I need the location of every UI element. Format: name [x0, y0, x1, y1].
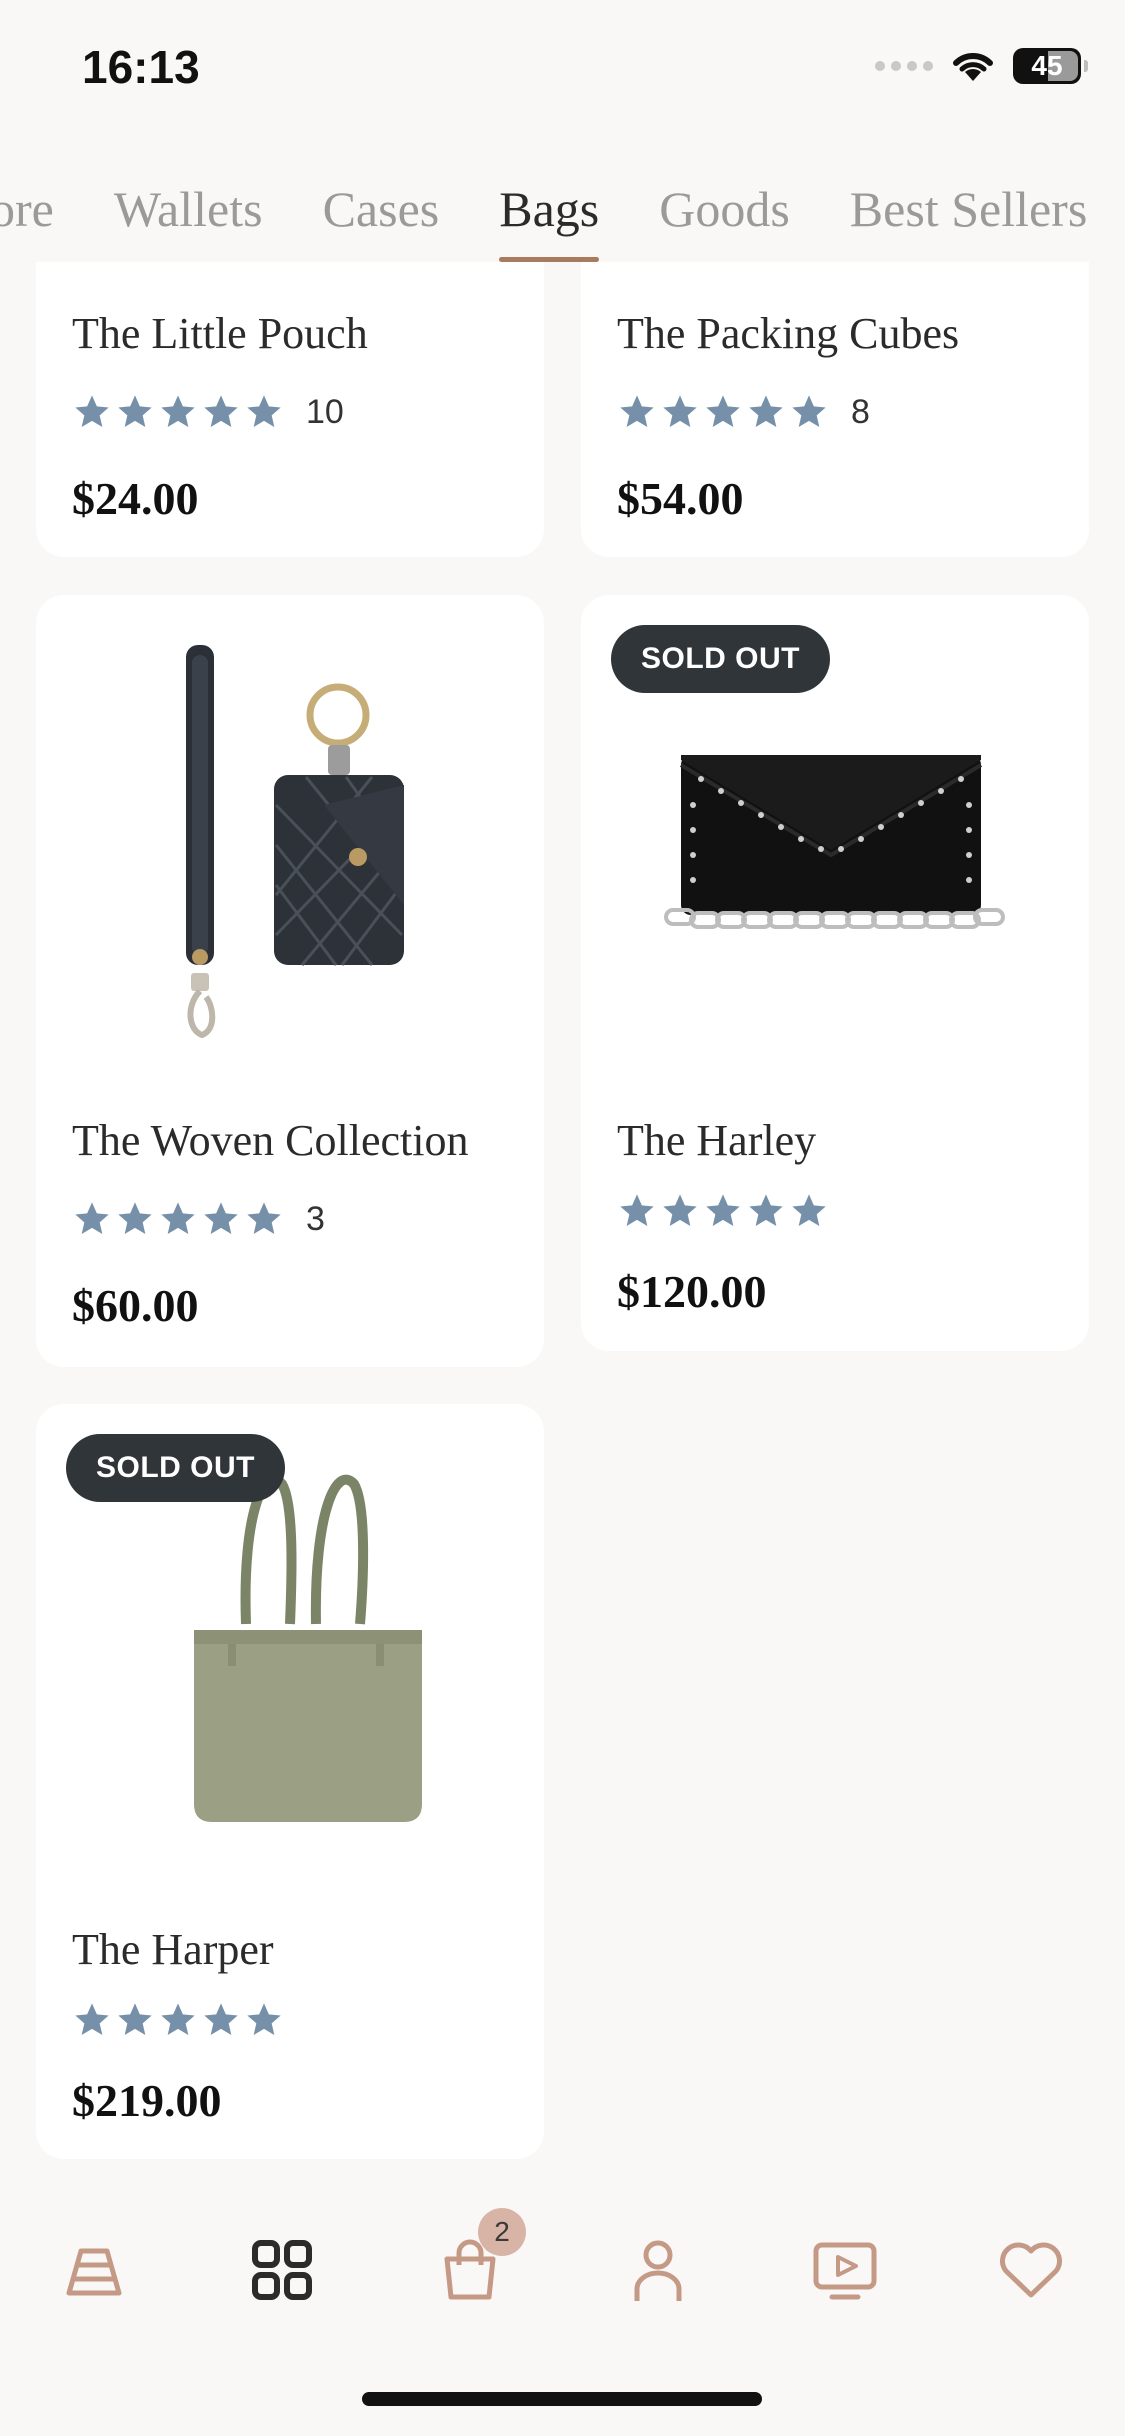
star-icon [161, 1202, 195, 1234]
star-icon [161, 2003, 195, 2035]
product-name: The Packing Cubes [617, 309, 960, 358]
star-rating [617, 1191, 829, 1231]
product-price: $60.00 [72, 1280, 199, 1331]
star-icon [663, 1194, 697, 1226]
star-icon [706, 395, 740, 427]
status-time: 16:13 [82, 41, 200, 93]
star-icon [749, 395, 783, 427]
product-card-little-pouch[interactable]: The Little Pouch 10 $24.00 [36, 262, 544, 557]
product-name: The Harper [72, 1925, 274, 1974]
product-rating: 8 [617, 392, 870, 432]
tab-bags[interactable]: Bags [469, 180, 629, 262]
home-indicator[interactable] [362, 2392, 762, 2406]
bottom-navigation: 2 [0, 2208, 1125, 2340]
star-icon [75, 2003, 109, 2035]
account-icon [634, 2240, 682, 2301]
tab-best-sellers[interactable]: Best Sellers [820, 180, 1117, 262]
category-tabs: ore Wallets Cases Bags Goods Best Seller… [0, 180, 1117, 262]
product-price: $120.00 [617, 1266, 767, 1317]
battery-level: 45 [1031, 50, 1063, 81]
battery-icon: 45 [1013, 48, 1088, 84]
product-name: The Little Pouch [72, 309, 368, 358]
star-icon [247, 1202, 281, 1234]
product-rating: 10 [72, 392, 344, 432]
star-icon [620, 1194, 654, 1226]
status-indicators: 45 [875, 48, 1088, 84]
cart-count-badge: 2 [478, 2208, 526, 2256]
star-icon [706, 1194, 740, 1226]
nav-wishlist[interactable] [991, 2230, 1071, 2310]
product-card-harper[interactable]: SOLD OUT The Harper $219.00 [36, 1404, 544, 2159]
product-card-harley[interactable]: SOLD OUT The Harley $120.00 [581, 595, 1089, 1351]
review-count: 10 [306, 392, 344, 431]
product-name: The Woven Collection [72, 1116, 469, 1165]
star-icon [247, 2003, 281, 2035]
review-count: 8 [851, 392, 870, 431]
tab-wallets[interactable]: Wallets [84, 180, 293, 262]
star-icon [792, 395, 826, 427]
star-icon [161, 395, 195, 427]
wishlist-icon [1000, 2242, 1062, 2298]
product-rating [617, 1191, 829, 1231]
star-icon [75, 395, 109, 427]
star-icon [118, 2003, 152, 2035]
product-rating [72, 2000, 284, 2040]
product-card-packing-cubes[interactable]: The Packing Cubes 8 $54.00 [581, 262, 1089, 557]
product-image [186, 645, 404, 1039]
product-image [664, 755, 1005, 929]
wifi-icon [953, 52, 993, 81]
product-price: $219.00 [72, 2075, 222, 2126]
home-icon [66, 2248, 122, 2296]
status-bar: 16:13 45 [0, 0, 1125, 140]
product-price: $24.00 [72, 473, 199, 524]
star-icon [792, 1194, 826, 1226]
tab-more[interactable]: ore [0, 180, 84, 262]
nav-video[interactable] [805, 2230, 885, 2310]
star-icon [749, 1194, 783, 1226]
categories-icon [252, 2240, 312, 2300]
star-rating [72, 1199, 284, 1239]
nav-cart[interactable]: 2 [430, 2208, 526, 2310]
star-icon [247, 395, 281, 427]
star-rating [72, 392, 284, 432]
nav-categories[interactable] [242, 2230, 322, 2310]
video-icon [813, 2242, 877, 2300]
sold-out-badge: SOLD OUT [66, 1434, 285, 1502]
star-icon [204, 395, 238, 427]
nav-account[interactable] [618, 2230, 698, 2310]
product-rating: 3 [72, 1199, 325, 1239]
product-price: $54.00 [617, 473, 744, 524]
sold-out-badge: SOLD OUT [611, 625, 830, 693]
product-name: The Harley [617, 1116, 817, 1165]
product-image [194, 1474, 422, 1822]
nav-home[interactable] [54, 2230, 134, 2310]
star-icon [118, 1202, 152, 1234]
review-count: 3 [306, 1199, 325, 1238]
product-card-woven-collection[interactable]: The Woven Collection 3 $60.00 [36, 595, 544, 1367]
star-icon [118, 395, 152, 427]
star-icon [75, 1202, 109, 1234]
tab-goods[interactable]: Goods [629, 180, 820, 262]
star-icon [204, 2003, 238, 2035]
cellular-signal-icon [875, 61, 933, 71]
star-icon [204, 1202, 238, 1234]
star-rating [617, 392, 829, 432]
star-icon [663, 395, 697, 427]
star-rating [72, 2000, 284, 2040]
tab-cases[interactable]: Cases [293, 180, 470, 262]
star-icon [620, 395, 654, 427]
